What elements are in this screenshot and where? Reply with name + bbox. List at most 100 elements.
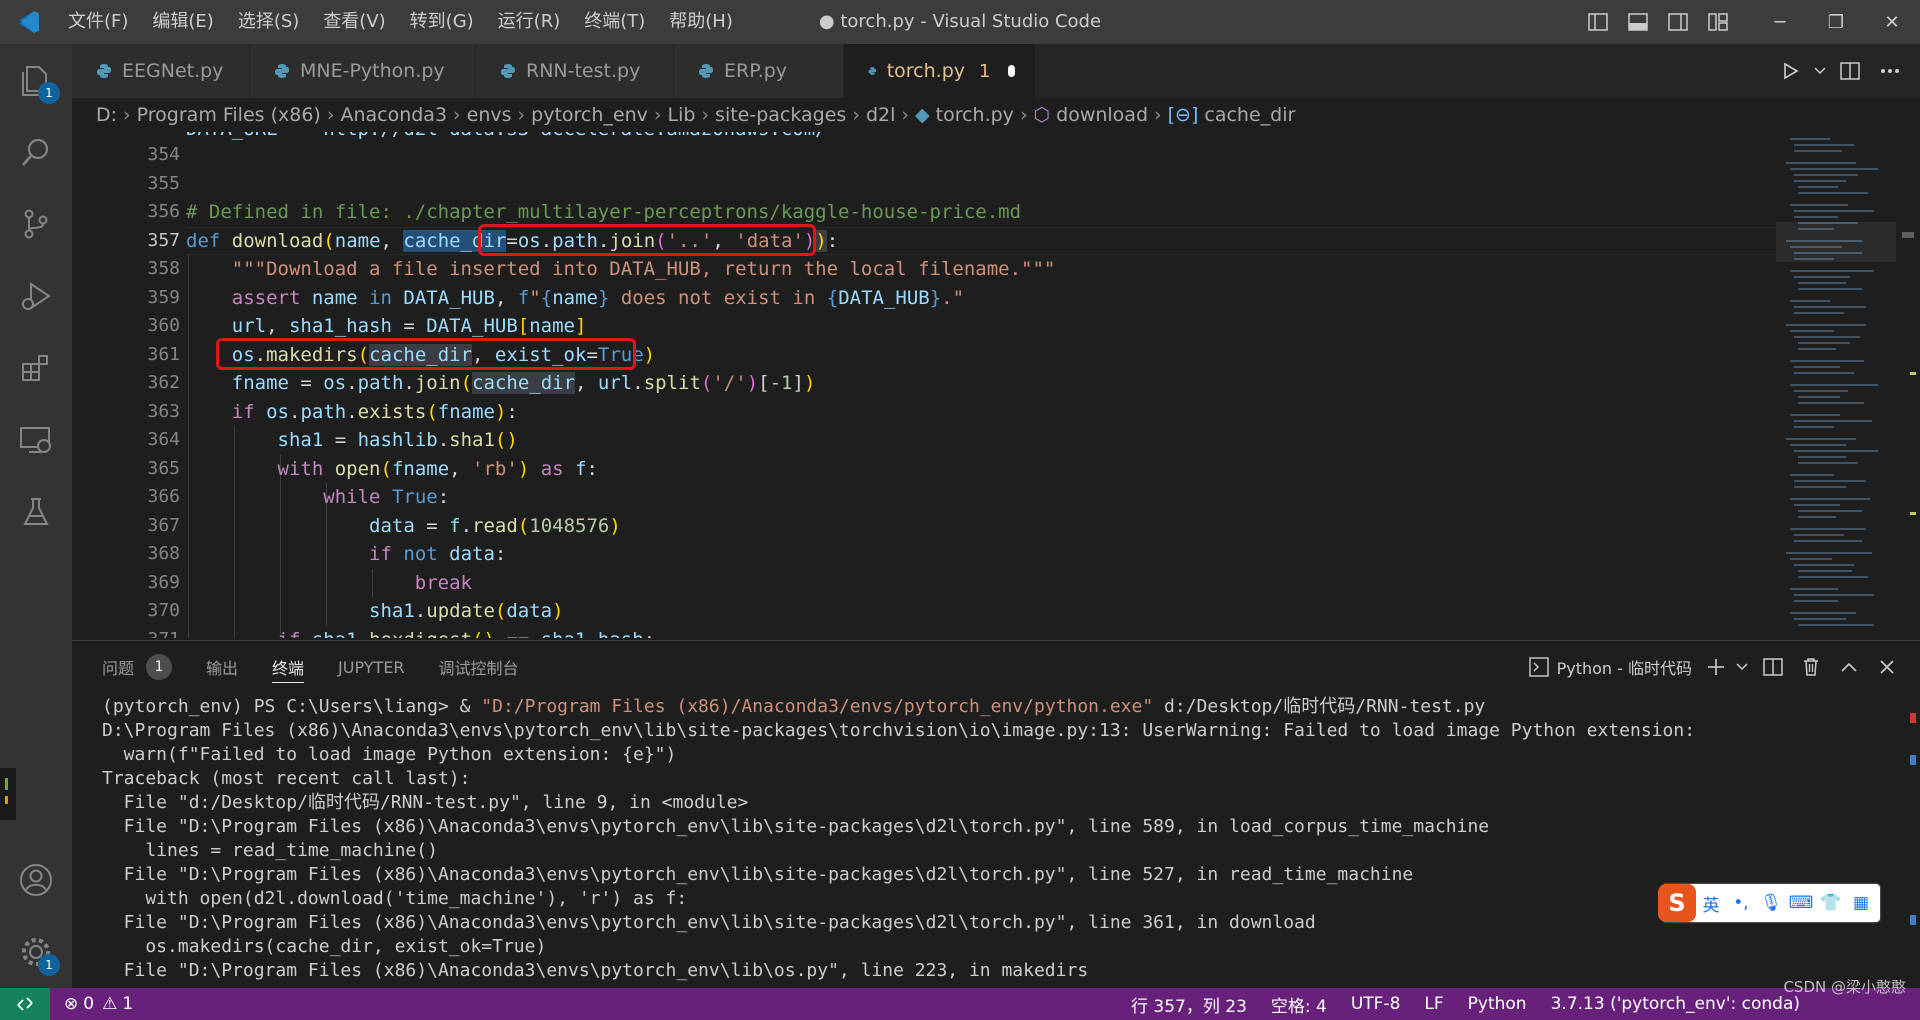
toggle-secondary-sidebar-icon[interactable] (1658, 0, 1698, 44)
tab-terminal[interactable]: 终端 (272, 641, 305, 693)
error-icon: ⊗ (64, 994, 79, 1014)
minimap-canvas (1776, 138, 1896, 626)
search-button[interactable] (0, 116, 72, 188)
new-terminal-button[interactable] (1702, 641, 1730, 693)
tab-output[interactable]: 输出 (206, 641, 238, 693)
line-number: 365 (147, 457, 180, 479)
breadcrumb-item[interactable]: Anaconda3 (340, 104, 447, 126)
punctuation-icon[interactable]: •, (1726, 893, 1756, 913)
remote-indicator[interactable] (0, 988, 50, 1020)
breadcrumb-item[interactable]: Lib (668, 104, 696, 126)
breadcrumb-item[interactable]: pytorch_env (531, 104, 648, 126)
tab-label: torch.py (886, 60, 966, 82)
tab-erp[interactable]: ERP.py (674, 44, 844, 98)
close-panel-icon[interactable] (1868, 641, 1906, 693)
maximize-panel-icon[interactable] (1830, 641, 1868, 693)
toggle-sidebar-icon[interactable] (1578, 0, 1618, 44)
editor-tab-bar: EEGNet.py MNE-Python.py RNN-test.py ERP.… (72, 44, 1920, 98)
terminal-output[interactable]: (pytorch_env) PS C:\Users\liang> & "D:/P… (102, 695, 1882, 989)
docstring: """Download a file inserted into DATA_HU… (231, 258, 1056, 280)
menu-help[interactable]: 帮助(H) (657, 0, 745, 44)
tab-torch[interactable]: torch.py 1 (844, 44, 1036, 98)
line-number-current: 357 (147, 229, 180, 251)
tab-rnn-test[interactable]: RNN-test.py (476, 44, 674, 98)
tab-problems[interactable]: 问题 1 (102, 641, 173, 693)
line-number: 364 (147, 429, 180, 450)
chevron-down-icon[interactable] (1730, 641, 1754, 693)
breadcrumb-function[interactable]: download (1056, 104, 1148, 126)
remote-explorer-button[interactable] (0, 404, 72, 476)
tab-jupyter[interactable]: JUPYTER (338, 641, 405, 693)
end-of-line[interactable]: LF (1424, 994, 1443, 1014)
unsaved-dot-icon[interactable] (1008, 65, 1015, 77)
source-control-button[interactable] (0, 188, 72, 260)
ime-toolbar[interactable]: S 英 •, 🎙 ⌨ 👕 ▦ (1658, 884, 1880, 922)
ime-language[interactable]: 英 (1696, 891, 1726, 916)
run-file-button[interactable] (1770, 49, 1810, 93)
terminal-scrollbar[interactable] (1906, 695, 1920, 989)
keyboard-icon[interactable]: ⌨ (1786, 893, 1816, 913)
chevron-right-icon: › (326, 104, 335, 126)
explorer-badge: 1 (38, 82, 60, 104)
minimize-button[interactable]: ─ (1752, 0, 1808, 44)
code-line-367: data = f.read(1048576) (369, 514, 621, 537)
extensions-button[interactable] (0, 332, 72, 404)
breadcrumb-item[interactable]: site-packages (715, 104, 846, 126)
breadcrumb-variable[interactable]: cache_dir (1204, 104, 1295, 126)
menu-run[interactable]: 运行(R) (486, 0, 573, 44)
problems-status[interactable]: ⊗ 0 ⚠ 1 (50, 994, 133, 1014)
menu-view[interactable]: 查看(V) (311, 0, 397, 44)
menu-file[interactable]: 文件(F) (56, 0, 140, 44)
extensions-icon (22, 355, 48, 381)
breadcrumb-item[interactable]: Program Files (x86) (137, 104, 321, 126)
chevron-down-icon[interactable] (1810, 49, 1830, 93)
language-mode[interactable]: Python (1468, 994, 1527, 1014)
skin-shirt-icon[interactable]: 👕 (1816, 893, 1846, 913)
code-area[interactable]: DATA_URL = 'http://d2l-data.s3-accelerat… (186, 132, 1866, 638)
breadcrumb-item[interactable]: d2l (866, 104, 895, 126)
restore-button[interactable]: ❐ (1808, 0, 1864, 44)
menu-selection[interactable]: 选择(S) (226, 0, 311, 44)
manage-button[interactable]: 1 (0, 916, 72, 988)
breadcrumb-item[interactable]: D: (96, 104, 117, 126)
testing-button[interactable] (0, 476, 72, 548)
code-line-369: break (186, 569, 472, 598)
trash-icon[interactable] (1792, 641, 1830, 693)
toggle-panel-icon[interactable] (1618, 0, 1658, 44)
split-editor-button[interactable] (1830, 49, 1870, 93)
tab-debug-console[interactable]: 调试控制台 (439, 641, 519, 693)
menu-terminal[interactable]: 终端(T) (572, 0, 657, 44)
encoding[interactable]: UTF-8 (1351, 994, 1401, 1014)
csdn-watermark: CSDN @梁小憨憨 (1783, 978, 1906, 996)
problems-count-badge: 1 (146, 654, 173, 680)
tab-eegnet[interactable]: EEGNet.py (72, 44, 250, 98)
close-button[interactable]: ✕ (1864, 0, 1920, 44)
tab-mne-python[interactable]: MNE-Python.py (250, 44, 476, 98)
run-debug-button[interactable] (0, 260, 72, 332)
terminal-selector[interactable]: Python - 临时代码 (1528, 655, 1692, 679)
accounts-button[interactable] (0, 844, 72, 916)
indentation[interactable]: 空格: 4 (1271, 992, 1327, 1017)
python-interpreter[interactable]: 3.7.13 ('pytorch_env': conda) (1551, 994, 1800, 1014)
split-terminal-button[interactable] (1754, 641, 1792, 693)
minimap[interactable] (1776, 132, 1896, 638)
menu-go[interactable]: 转到(G) (398, 0, 486, 44)
code-line-363: if os.path.exists(fname): (231, 400, 518, 423)
toolbox-grid-icon[interactable]: ▦ (1846, 893, 1876, 913)
line-number: 361 (147, 343, 180, 365)
explorer-button[interactable]: 1 (0, 44, 72, 116)
terminal-line: os.makedirs(cache_dir, exist_ok=True) (102, 936, 547, 957)
customize-layout-icon[interactable] (1698, 0, 1738, 44)
menu-edit[interactable]: 编辑(E) (140, 0, 225, 44)
code-editor[interactable]: 354 355 356 357 358 359 360 361 362 363 … (72, 132, 1872, 638)
cursor-position[interactable]: 行 357，列 23 (1131, 992, 1247, 1017)
breadcrumb-file[interactable]: torch.py (936, 104, 1014, 126)
terminal-line: with open(d2l.download('time_machine'), … (102, 888, 688, 909)
more-actions-icon[interactable] (1870, 49, 1910, 93)
title-controls: ─ ❐ ✕ (1578, 0, 1920, 44)
editor-scrollbar[interactable] (1896, 132, 1920, 638)
chevron-right-icon: › (701, 104, 710, 126)
microphone-icon[interactable]: 🎙 (1756, 893, 1786, 913)
breadcrumb-item[interactable]: envs (467, 104, 512, 126)
tab-label: RNN-test.py (526, 60, 641, 82)
